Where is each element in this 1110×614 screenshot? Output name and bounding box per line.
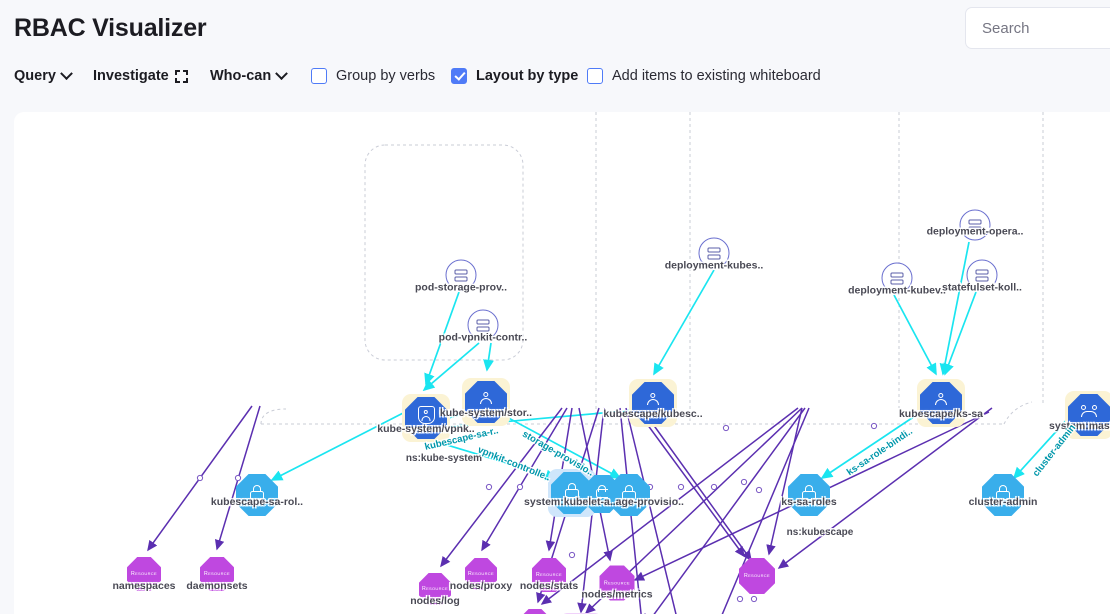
node-sa-kube-system-storage[interactable]: sa kube-system/stor.. bbox=[440, 378, 532, 426]
node-label: deployment-opera.. bbox=[926, 225, 1024, 238]
node-role-ks-sa-roles[interactable]: role ks-sa-roles bbox=[781, 474, 837, 516]
checkbox-box[interactable] bbox=[451, 68, 467, 84]
chevron-down-icon bbox=[275, 66, 289, 80]
node-label: nodes/stats bbox=[519, 580, 579, 592]
node-resource-cronjobs[interactable]: Resource cronjobs bbox=[519, 609, 551, 614]
toolbar: Query Investigate Who-can Group by verbs… bbox=[0, 57, 1110, 104]
graph-canvas[interactable]: pod-storage-prov.. pod-vpnkit-contr.. de… bbox=[14, 112, 1110, 614]
node-clusterrole-cluster-admin[interactable]: c.role cluster-admin bbox=[969, 474, 1037, 516]
node-resource-hub[interactable]: Resource bbox=[739, 558, 775, 594]
node-label: system:kubelet-a..age-provisio.. bbox=[524, 496, 684, 508]
node-label: kubescape/kubesc.. bbox=[603, 408, 703, 420]
node-resource-nodes-stats[interactable]: Resource nodes/stats bbox=[520, 558, 578, 592]
node-label: cluster-admin bbox=[968, 496, 1038, 508]
who-can-menu-label: Who-can bbox=[210, 68, 272, 84]
checkbox-box[interactable] bbox=[311, 68, 327, 84]
checkbox-group-by-verbs[interactable]: Group by verbs bbox=[311, 68, 435, 84]
node-label: ks-sa-roles bbox=[781, 496, 837, 508]
page-title: RBAC Visualizer bbox=[14, 14, 207, 42]
node-label: deployment-kubes.. bbox=[664, 259, 764, 272]
checkbox-label: Layout by type bbox=[476, 68, 579, 84]
node-clusterrole-system-kubelet[interactable]: c.role system:kubelet-a..age-provisio.. bbox=[524, 474, 684, 516]
checkbox-box[interactable] bbox=[587, 68, 603, 84]
graph-edges-layer bbox=[147, 112, 1073, 614]
node-label: system:masters bbox=[1049, 420, 1110, 432]
node-label: nodes/proxy bbox=[449, 580, 513, 592]
clusterrole-icon: c.role bbox=[982, 474, 1024, 516]
search-input[interactable]: Search bbox=[965, 7, 1110, 49]
search-placeholder: Search bbox=[982, 20, 1030, 37]
resource-icon: Resource bbox=[519, 609, 551, 614]
node-resource-nodes-metrics[interactable]: Resource nodes/metrics bbox=[581, 565, 653, 601]
investigate-menu[interactable]: Investigate bbox=[93, 68, 188, 84]
clusterrole-icon: c.role bbox=[608, 474, 650, 516]
node-label: nodes/log bbox=[410, 595, 460, 607]
query-menu-label: Query bbox=[14, 68, 56, 84]
node-label: kubescape-sa-rol.. bbox=[210, 496, 304, 508]
node-sa-kubescape-kubescape[interactable]: sa kubescape/kubesc.. bbox=[603, 379, 703, 427]
node-pod-vpnkit-controller[interactable]: pod-vpnkit-contr.. bbox=[439, 309, 527, 344]
node-sa-kubescape-ks-sa[interactable]: sa kubescape/ks-sa bbox=[899, 379, 983, 427]
who-can-menu[interactable]: Who-can bbox=[210, 66, 289, 84]
clusterrole-icon: c.role bbox=[236, 474, 278, 516]
node-label: deployment-kubev.. bbox=[848, 284, 946, 297]
node-label: daemonsets bbox=[186, 580, 248, 592]
namespace-label-kubescape: ns:kubescape bbox=[786, 527, 854, 538]
role-icon: role bbox=[788, 474, 830, 516]
expand-icon bbox=[174, 69, 188, 83]
chevron-down-icon bbox=[60, 66, 73, 80]
node-deployment-kubevuln[interactable]: deployment-kubev.. bbox=[848, 262, 946, 297]
checkbox-label: Group by verbs bbox=[336, 68, 436, 84]
resource-icon: Resource bbox=[739, 558, 775, 594]
node-label: kube-system/stor.. bbox=[439, 407, 533, 419]
node-label: nodes/metrics bbox=[581, 588, 653, 601]
app-header: RBAC Visualizer Search bbox=[0, 0, 1110, 57]
node-resource-nodes-log[interactable]: Resource nodes/log bbox=[410, 573, 460, 607]
node-deployment-kubescape[interactable]: deployment-kubes.. bbox=[665, 237, 763, 272]
node-clusterrole-kubescape-sa-role[interactable]: c.role kubescape-sa-rol.. bbox=[211, 474, 303, 516]
binding-edges bbox=[270, 241, 1073, 481]
node-pod-storage-provisioner[interactable]: pod-storage-prov.. bbox=[415, 259, 507, 294]
node-label: pod-vpnkit-contr.. bbox=[438, 331, 528, 344]
investigate-menu-label: Investigate bbox=[93, 68, 169, 84]
checkbox-label: Add items to existing whiteboard bbox=[612, 68, 821, 84]
node-label: pod-storage-prov.. bbox=[415, 281, 507, 294]
node-resource-namespaces[interactable]: Resource namespaces bbox=[112, 557, 176, 592]
rbac-visualizer-app: RBAC Visualizer Search Query Investigate… bbox=[0, 0, 1110, 614]
node-resource-nodes-proxy[interactable]: Resource nodes/proxy bbox=[450, 558, 512, 592]
node-deployment-operator[interactable]: deployment-opera.. bbox=[927, 209, 1023, 241]
node-label: namespaces bbox=[112, 580, 176, 592]
checkbox-add-items-to-whiteboard[interactable]: Add items to existing whiteboard bbox=[587, 68, 821, 84]
node-label: kubescape/ks-sa bbox=[898, 408, 984, 420]
node-statefulset-kollector[interactable]: statefulset-koll.. bbox=[942, 259, 1022, 294]
query-menu[interactable]: Query bbox=[14, 66, 73, 84]
node-resource-daemonsets[interactable]: Resource daemonsets bbox=[186, 557, 248, 592]
namespace-label-kube-system: ns:kube-system bbox=[405, 453, 483, 464]
node-label: statefulset-koll.. bbox=[942, 281, 1022, 294]
checkbox-layout-by-type[interactable]: Layout by type bbox=[451, 68, 578, 84]
